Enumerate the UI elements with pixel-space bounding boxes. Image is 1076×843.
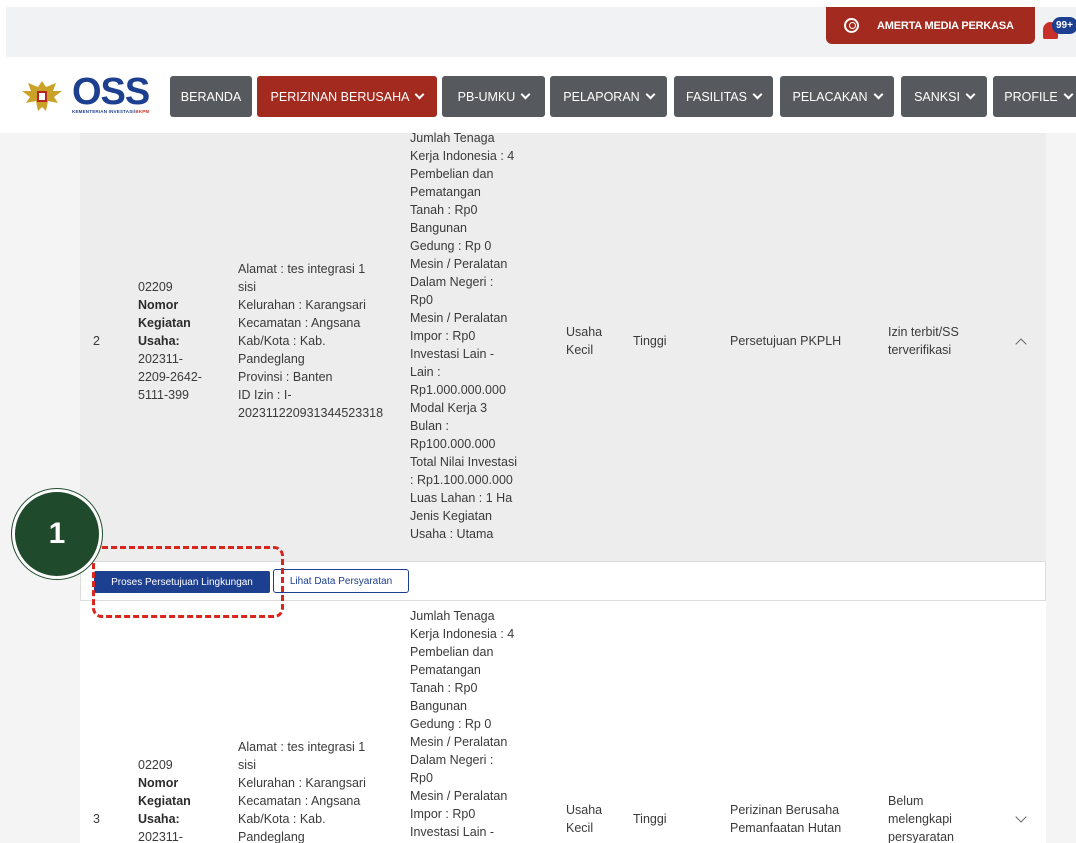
chevron-down-icon (520, 89, 531, 100)
nav-pb-umku[interactable]: PB-UMKU (442, 76, 545, 117)
jenis-perizinan: Perizinan Berusaha Pemanfaatan Hutan (730, 803, 842, 835)
chevron-down-icon (1063, 89, 1074, 100)
kegiatan-label: Nomor Kegiatan Usaha: (138, 776, 191, 826)
collapse-row-icon[interactable] (1015, 338, 1027, 350)
skala-usaha: Usaha Kecil (566, 803, 603, 835)
status-perizinan: Belum melengkapi persyaratan (888, 794, 955, 843)
user-icon (844, 18, 859, 33)
chevron-down-icon (415, 89, 425, 100)
investasi-info: Jumlah Tenaga Kerja Indonesia : 4 Pembelia… (410, 609, 515, 839)
expand-row-icon[interactable] (1015, 811, 1027, 823)
lihat-data-persyaratan-button[interactable]: Lihat Data Persyaratan (273, 569, 409, 593)
alamat-info: Alamat : tes integrasi 1 sisi Kelurahan : … (238, 262, 384, 420)
kegiatan-label: Nomor Kegiatan Usaha: (138, 298, 191, 348)
tingkat-risiko: Tinggi (633, 812, 667, 826)
user-name: AMERTA MEDIA PERKASA (877, 19, 1014, 32)
nav-beranda[interactable]: BERANDA (170, 76, 252, 117)
table-row: 2 02209 Nomor Kegiatan Usaha: 202311- 2209-… (80, 131, 1046, 561)
chevron-down-icon (965, 89, 976, 100)
nav-sanksi[interactable]: SANKSI (901, 76, 987, 117)
status-perizinan: Izin terbit/SS terverifikasi (888, 325, 959, 357)
alamat-info: Alamat : tes integrasi 1 sisi Kelurahan : … (238, 740, 366, 843)
kbli-code: 02209 (138, 758, 173, 772)
oss-logo-text: OSS (72, 71, 150, 113)
tingkat-risiko: Tinggi (633, 334, 667, 348)
nav-perizinan-berusaha[interactable]: PERIZINAN BERUSAHA (257, 76, 437, 117)
chevron-down-icon (752, 89, 763, 100)
oss-logo-subtitle: KEMENTERIAN INVESTASI/BKPM (72, 109, 150, 114)
user-account-button[interactable]: AMERTA MEDIA PERKASA (826, 7, 1035, 44)
nav-pelacakan[interactable]: PELACAKAN (780, 76, 894, 117)
nav-profile[interactable]: PROFILE (993, 76, 1076, 117)
oss-logo: OSS KEMENTERIAN INVESTASI/BKPM (72, 71, 156, 119)
page-margin-left (0, 133, 80, 843)
chevron-down-icon (645, 89, 656, 100)
main-nav: OSS KEMENTERIAN INVESTASI/BKPM BERANDA P… (0, 57, 1076, 133)
page: AMERTA MEDIA PERKASA 99+ OSS KEMENTERIAN… (0, 0, 1076, 843)
kbli-code: 02209 (138, 280, 173, 294)
chevron-down-icon (873, 89, 883, 100)
notification-button[interactable]: 99+ (1040, 14, 1076, 44)
investasi-info: Jumlah Tenaga Kerja Indonesia : 4 Pembelia… (410, 131, 517, 541)
jenis-perizinan: Persetujuan PKPLH (730, 334, 842, 348)
row-number: 3 (93, 812, 100, 826)
notification-badge: 99+ (1052, 17, 1076, 34)
logo[interactable]: OSS KEMENTERIAN INVESTASI/BKPM (20, 71, 156, 119)
nav-pelaporan[interactable]: PELAPORAN (550, 76, 667, 117)
garuda-emblem-icon (22, 81, 62, 111)
skala-usaha: Usaha Kecil (566, 325, 603, 357)
kegiatan-number: 202311- (138, 830, 183, 843)
highlight-box (92, 546, 284, 618)
kegiatan-number: 202311- 2209-2642- 5111-399 (138, 352, 202, 402)
row-number: 2 (93, 334, 100, 348)
page-margin-right (1046, 133, 1076, 843)
table-row: 3 02209 Nomor Kegiatan Usaha: 202311- Alam… (80, 601, 1046, 843)
step-marker: 1 (12, 489, 102, 579)
nav-fasilitas[interactable]: FASILITAS (674, 76, 773, 117)
